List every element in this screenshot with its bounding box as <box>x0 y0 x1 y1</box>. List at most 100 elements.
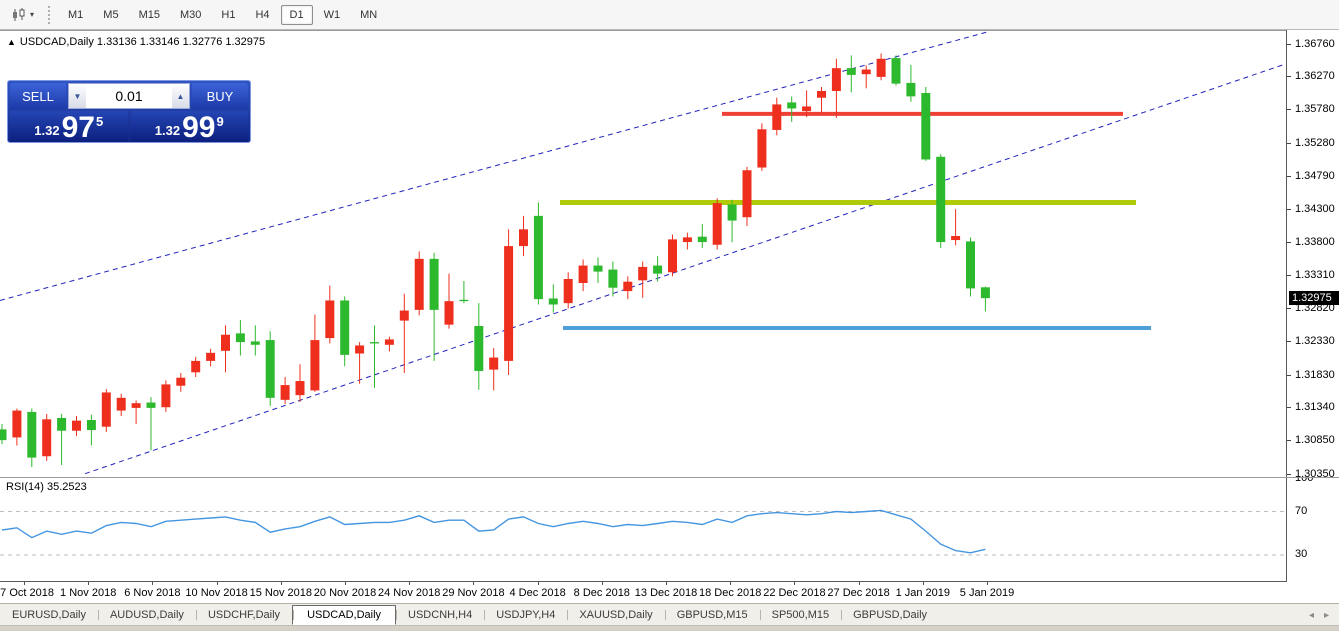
price-axis-tick <box>1287 209 1291 210</box>
tab-scroll-right-icon[interactable]: ▸ <box>1324 610 1329 621</box>
one-click-trading-panel: SELL ▼ 0.01 ▲ BUY 1.32 97 5 1.32 99 9 <box>7 80 251 143</box>
price-axis-tick <box>1287 308 1291 309</box>
chart-tab-usdjpy-h4[interactable]: USDJPY,H4 <box>484 606 567 624</box>
mt4-window: ▾ M1M5M15M30H1H4D1W1MN ▲ USDCAD,Daily 1.3… <box>0 0 1339 631</box>
timeframe-buttons: M1M5M15M30H1H4D1W1MN <box>58 5 387 25</box>
buy-price-prefix: 1.32 <box>155 123 180 138</box>
rsi-axis-label: 30 <box>1295 548 1307 561</box>
price-axis-label: 1.35780 <box>1295 103 1335 116</box>
price-axis-tick <box>1287 407 1291 408</box>
time-axis-tick <box>217 582 218 585</box>
chart-tab-eurusd-daily[interactable]: EURUSD,Daily <box>0 606 98 624</box>
lot-size-input[interactable]: 0.01 <box>86 84 172 108</box>
price-axis-label: 1.36760 <box>1295 38 1335 51</box>
time-axis-label: 29 Nov 2018 <box>442 587 504 599</box>
time-axis-label: 6 Nov 2018 <box>124 587 180 599</box>
timeframe-button-d1[interactable]: D1 <box>281 5 313 25</box>
time-axis-tick <box>473 582 474 585</box>
chart-tab-usdcnh-h4[interactable]: USDCNH,H4 <box>396 606 484 624</box>
timeframe-button-m15[interactable]: M15 <box>130 5 169 25</box>
lot-size-control: ▼ 0.01 ▲ <box>68 83 190 109</box>
timeframe-button-h4[interactable]: H4 <box>246 5 278 25</box>
price-axis-tick <box>1287 176 1291 177</box>
sell-price-prefix: 1.32 <box>34 123 59 138</box>
timeframe-button-h1[interactable]: H1 <box>212 5 244 25</box>
time-axis-tick <box>666 582 667 585</box>
dropdown-caret-icon: ▾ <box>30 10 34 19</box>
price-axis[interactable]: 1.36760 1.36270 1.35780 1.35280 1.34790 1.343… <box>1287 30 1339 477</box>
price-axis-label: 1.34790 <box>1295 170 1335 183</box>
candlestick-chart-icon <box>11 8 27 22</box>
sell-price-pips: 97 <box>62 115 95 141</box>
price-axis-tick <box>1287 109 1291 110</box>
timeframe-button-mn[interactable]: MN <box>351 5 386 25</box>
time-axis[interactable]: 27 Oct 20181 Nov 20186 Nov 201810 Nov 20… <box>0 582 1339 603</box>
chart-surface[interactable]: ▲ USDCAD,Daily 1.33136 1.33146 1.32776 1.… <box>0 30 1287 477</box>
rsi-axis: 10070300 <box>1287 478 1339 581</box>
time-axis-tick <box>409 582 410 585</box>
price-axis-tick <box>1287 275 1291 276</box>
chart-tab-gbpusd-daily[interactable]: GBPUSD,Daily <box>841 606 939 624</box>
price-axis-tick <box>1287 143 1291 144</box>
chart-tab-sp500-m15[interactable]: SP500,M15 <box>760 606 841 624</box>
price-axis-tick <box>1287 44 1291 45</box>
price-axis-tick <box>1287 242 1291 243</box>
time-axis-label: 27 Dec 2018 <box>827 587 889 599</box>
time-axis-label: 24 Nov 2018 <box>378 587 440 599</box>
time-axis-label: 20 Nov 2018 <box>314 587 376 599</box>
chart-tab-usdcad-daily[interactable]: USDCAD,Daily <box>292 605 396 625</box>
toolbar: ▾ M1M5M15M30H1H4D1W1MN <box>0 0 1339 30</box>
sell-price[interactable]: 1.32 97 5 <box>10 111 128 142</box>
rsi-panel[interactable]: RSI(14) 35.2523 <box>0 478 1287 582</box>
rsi-axis-label: 70 <box>1295 505 1307 518</box>
time-axis-tick <box>538 582 539 585</box>
lot-increase-button[interactable]: ▲ <box>172 84 189 108</box>
time-axis-label: 8 Dec 2018 <box>574 587 630 599</box>
time-axis-tick <box>152 582 153 585</box>
buy-button[interactable]: BUY <box>192 83 248 109</box>
chart-tab-gbpusd-m15[interactable]: GBPUSD,M15 <box>665 606 760 624</box>
time-axis-tick <box>281 582 282 585</box>
price-axis-label: 1.30850 <box>1295 434 1335 447</box>
time-axis-tick <box>602 582 603 585</box>
chart-title-text: USDCAD,Daily 1.33136 1.33146 1.32776 1.3… <box>20 36 265 48</box>
sell-price-point: 5 <box>96 114 103 129</box>
time-axis-tick <box>730 582 731 585</box>
price-axis-label: 1.34300 <box>1295 203 1335 216</box>
price-axis-tick <box>1287 440 1291 441</box>
buy-price[interactable]: 1.32 99 9 <box>131 111 249 142</box>
time-axis-label: 18 Dec 2018 <box>699 587 761 599</box>
chart-type-button[interactable]: ▾ <box>4 5 41 25</box>
lot-decrease-button[interactable]: ▼ <box>69 84 86 108</box>
timeframe-button-m30[interactable]: M30 <box>171 5 210 25</box>
chart-tab-audusd-daily[interactable]: AUDUSD,Daily <box>98 606 196 624</box>
time-axis-label: 10 Nov 2018 <box>185 587 247 599</box>
chart-ohlc-title: ▲USDCAD,Daily 1.33136 1.33146 1.32776 1.… <box>7 36 265 48</box>
toolbar-grip <box>47 5 52 25</box>
rsi-chart <box>0 478 1286 581</box>
timeframe-button-w1[interactable]: W1 <box>315 5 350 25</box>
price-axis-label: 1.32330 <box>1295 335 1335 348</box>
current-price-tag: 1.32975 <box>1289 291 1339 305</box>
timeframe-button-m5[interactable]: M5 <box>94 5 127 25</box>
price-axis-label: 1.36270 <box>1295 70 1335 83</box>
price-axis-label: 1.33310 <box>1295 269 1335 282</box>
chart-tab-usdchf-daily[interactable]: USDCHF,Daily <box>196 606 292 624</box>
time-axis-label: 4 Dec 2018 <box>509 587 565 599</box>
price-axis-label: 1.35280 <box>1295 137 1335 150</box>
time-axis-label: 13 Dec 2018 <box>635 587 697 599</box>
window-bottom-edge <box>0 625 1339 631</box>
tab-scroll-left-icon[interactable]: ◂ <box>1309 610 1314 621</box>
time-axis-label: 15 Nov 2018 <box>250 587 312 599</box>
time-axis-label: 5 Jan 2019 <box>960 587 1014 599</box>
price-axis-label: 1.31340 <box>1295 401 1335 414</box>
time-axis-tick <box>859 582 860 585</box>
chart-tab-xauusd-daily[interactable]: XAUUSD,Daily <box>567 606 664 624</box>
sell-button[interactable]: SELL <box>10 83 66 109</box>
price-axis-tick <box>1287 76 1291 77</box>
buy-price-pips: 99 <box>182 115 215 141</box>
time-axis-label: 22 Dec 2018 <box>763 587 825 599</box>
time-axis-tick <box>794 582 795 585</box>
rsi-indicator-label: RSI(14) 35.2523 <box>6 481 87 493</box>
timeframe-button-m1[interactable]: M1 <box>59 5 92 25</box>
